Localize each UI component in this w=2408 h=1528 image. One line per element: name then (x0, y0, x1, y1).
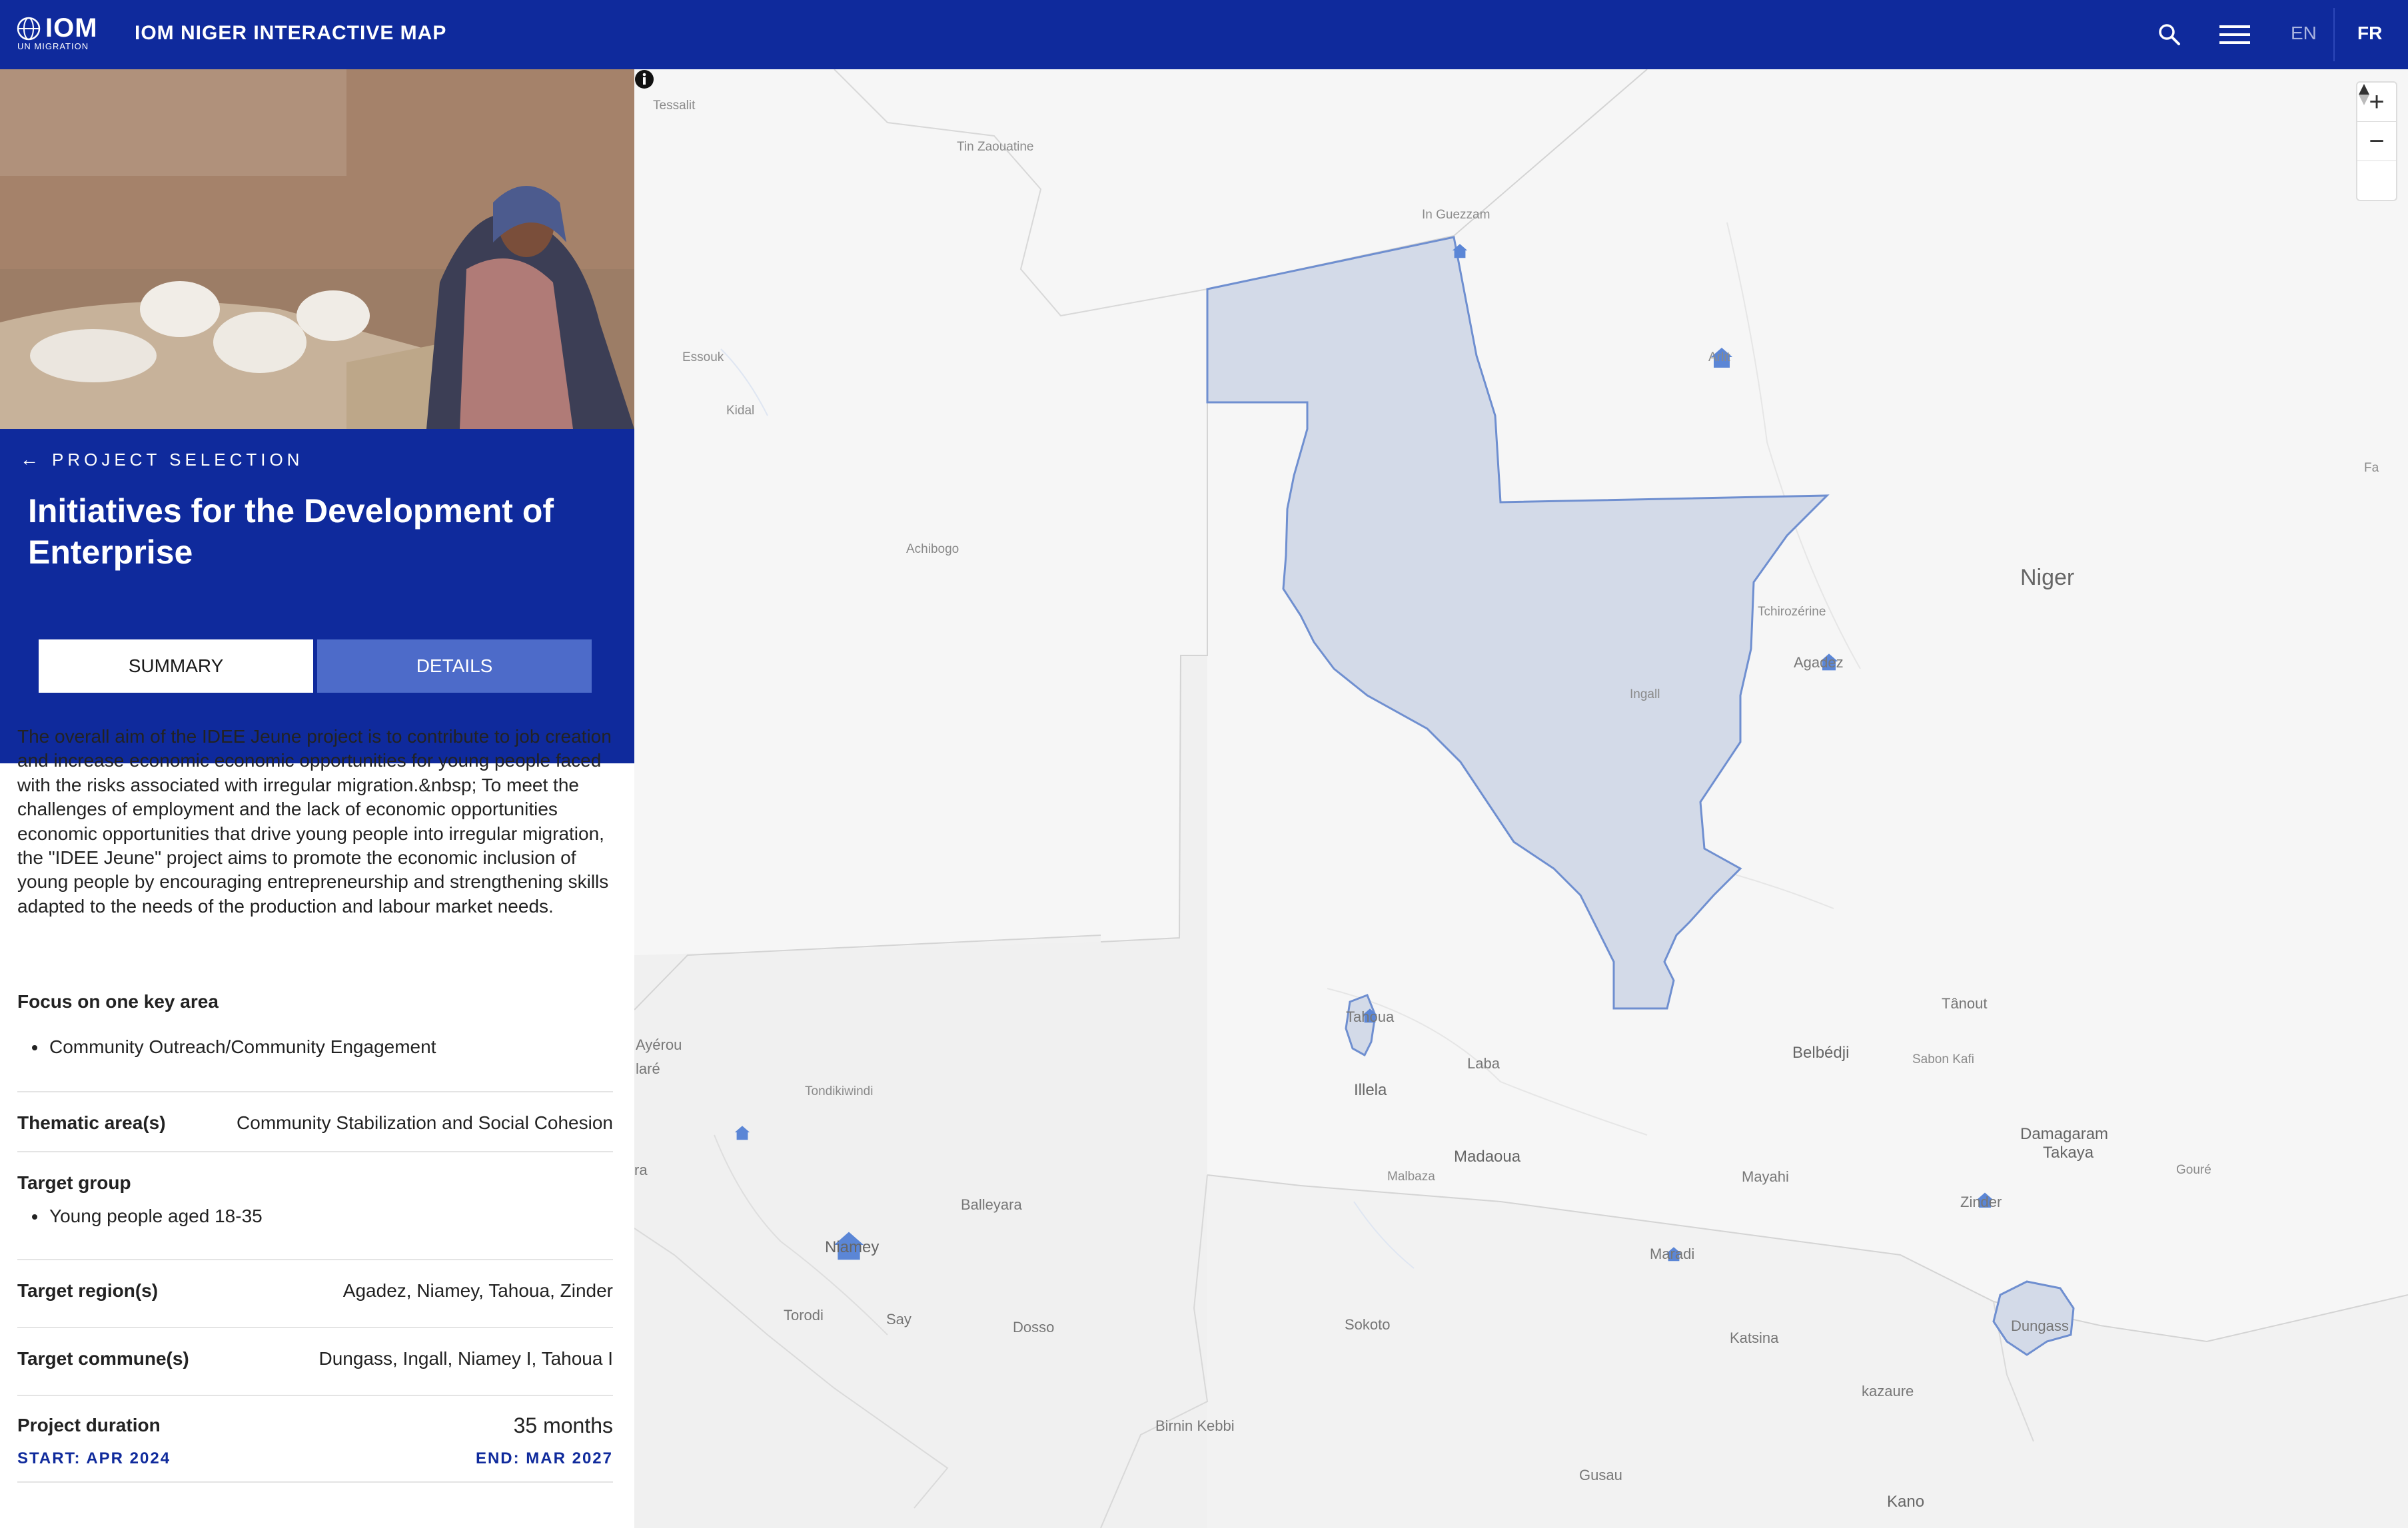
place-label: Illela (1354, 1081, 1387, 1099)
place-label: Tchirozérine (1758, 605, 1826, 619)
duration-value: 35 months (513, 1413, 613, 1437)
info-icon[interactable] (634, 69, 654, 89)
place-label: Essouk (682, 350, 724, 364)
place-label: Torodi (784, 1307, 824, 1324)
project-banner: ← PROJECT SELECTION Initiatives for the … (0, 429, 634, 763)
place-label: Ingall (1630, 687, 1660, 701)
place-label: Dosso (1013, 1319, 1055, 1336)
project-selection-link[interactable]: ← PROJECT SELECTION (20, 448, 303, 472)
place-label: Damagaram (2020, 1125, 2109, 1143)
place-label: Gusau (1579, 1467, 1622, 1483)
tab-summary[interactable]: SUMMARY (39, 639, 313, 693)
place-label: Achibogo (906, 542, 959, 556)
divider (17, 1151, 613, 1152)
map-controls: + − (2356, 81, 2397, 201)
place-label: Niamey (825, 1238, 880, 1256)
iom-logo[interactable]: IOM UN MIGRATION (16, 13, 103, 53)
lang-en-link[interactable]: EN (2291, 20, 2317, 47)
logo-subtext: UN MIGRATION (17, 41, 89, 51)
place-label: Arlit (1708, 350, 1730, 364)
list-item: Community Outreach/Community Engagement (17, 1035, 613, 1059)
communes-value: Dungass, Ingall, Niamey I, Tahoua I (318, 1348, 613, 1369)
tab-details[interactable]: DETAILS (317, 639, 592, 693)
zoom-out-button[interactable]: − (2357, 122, 2396, 161)
place-label: laré (636, 1060, 660, 1077)
summary-panel: The overall aim of the IDEE Jeune projec… (17, 725, 613, 1483)
place-label: Say (886, 1311, 911, 1328)
project-summary-text: The overall aim of the IDEE Jeune projec… (17, 726, 612, 917)
place-label: ra (634, 1162, 648, 1178)
place-label: Sokoto (1345, 1316, 1391, 1333)
menu-icon (2219, 25, 2250, 44)
place-label: Belbédji (1792, 1044, 1850, 1062)
app-title: IOM NIGER INTERACTIVE MAP (135, 22, 447, 44)
back-label: PROJECT SELECTION (52, 450, 304, 470)
place-label: Maradi (1650, 1246, 1695, 1262)
thematic-value: Community Stabilization and Social Cohes… (237, 1112, 613, 1133)
project-sidebar: ← PROJECT SELECTION Initiatives for the … (0, 69, 634, 1528)
map-canvas[interactable]: Tessalit Tin Zaouatine In Guezzam Essouk… (634, 69, 2408, 1528)
plus-icon: + (2369, 87, 2385, 117)
place-label: Tahoua (1346, 1008, 1395, 1025)
divider (17, 1395, 613, 1396)
minus-icon: − (2369, 126, 2385, 156)
place-label: Fa (2364, 461, 2379, 475)
location-marker-icon[interactable] (1451, 241, 1469, 260)
lang-divider (2333, 8, 2335, 61)
divider (17, 1327, 613, 1328)
place-label: Katsina (1730, 1330, 1779, 1346)
project-title: Initiatives for the Development of Enter… (28, 492, 554, 571)
place-label: Takaya (2043, 1144, 2094, 1162)
place-label: Zinder (1960, 1194, 2002, 1210)
thematic-label: Thematic area(s) (17, 1112, 166, 1133)
place-label: Tin Zaouatine (957, 140, 1034, 154)
compass-icon (2359, 84, 2369, 105)
project-photo (0, 69, 634, 429)
place-label: Gouré (2176, 1163, 2211, 1177)
place-label: In Guezzam (1422, 208, 1491, 222)
search-button[interactable] (2152, 17, 2187, 52)
place-label: Tessalit (653, 99, 696, 113)
place-label: Birnin Kebbi (1155, 1417, 1235, 1434)
location-marker-icon[interactable] (733, 1123, 752, 1142)
search-icon (2159, 24, 2180, 45)
place-label: Agadez (1794, 654, 1844, 671)
regions-value: Agadez, Niamey, Tahoua, Zinder (342, 1280, 613, 1301)
place-label: Ayérou (636, 1036, 682, 1053)
place-label: Tânout (1942, 995, 1988, 1012)
divider (17, 1481, 613, 1483)
end-date: END: MAR 2027 (475, 1449, 613, 1467)
place-label: Sabon Kafi (1912, 1052, 1974, 1066)
communes-label: Target commune(s) (17, 1348, 189, 1369)
reset-north-button[interactable] (2357, 84, 2396, 200)
place-label: Balleyara (961, 1196, 1022, 1213)
lang-fr-link[interactable]: FR (2357, 20, 2382, 47)
map-basemap (634, 69, 2408, 1528)
place-label: Madaoua (1454, 1148, 1521, 1166)
start-date: START: APR 2024 (17, 1449, 171, 1467)
arrow-left-icon: ← (20, 449, 39, 470)
place-label: Dungass (2011, 1318, 2069, 1334)
place-label: Kidal (726, 404, 755, 418)
place-label: kazaure (1862, 1383, 1914, 1399)
top-bar: IOM UN MIGRATION IOM NIGER INTERACTIVE M… (0, 0, 2408, 69)
regions-label: Target region(s) (17, 1280, 159, 1301)
place-label: Mayahi (1742, 1168, 1789, 1185)
place-label: Kano (1887, 1493, 1925, 1511)
place-label: Laba (1467, 1055, 1500, 1072)
country-label: Niger (2020, 565, 2075, 590)
logo-text: IOM (45, 13, 98, 43)
globe-logo-icon (17, 17, 41, 41)
menu-button[interactable] (2217, 17, 2252, 52)
divider (17, 1259, 613, 1260)
divider (17, 1091, 613, 1092)
list-item: Young people aged 18-35 (17, 1204, 613, 1228)
focus-label: Focus on one key area (17, 991, 219, 1012)
target-group-label: Target group (17, 1172, 131, 1193)
place-label: Tondikiwindi (805, 1084, 874, 1098)
place-label: Malbaza (1387, 1170, 1435, 1184)
duration-label: Project duration (17, 1415, 161, 1435)
